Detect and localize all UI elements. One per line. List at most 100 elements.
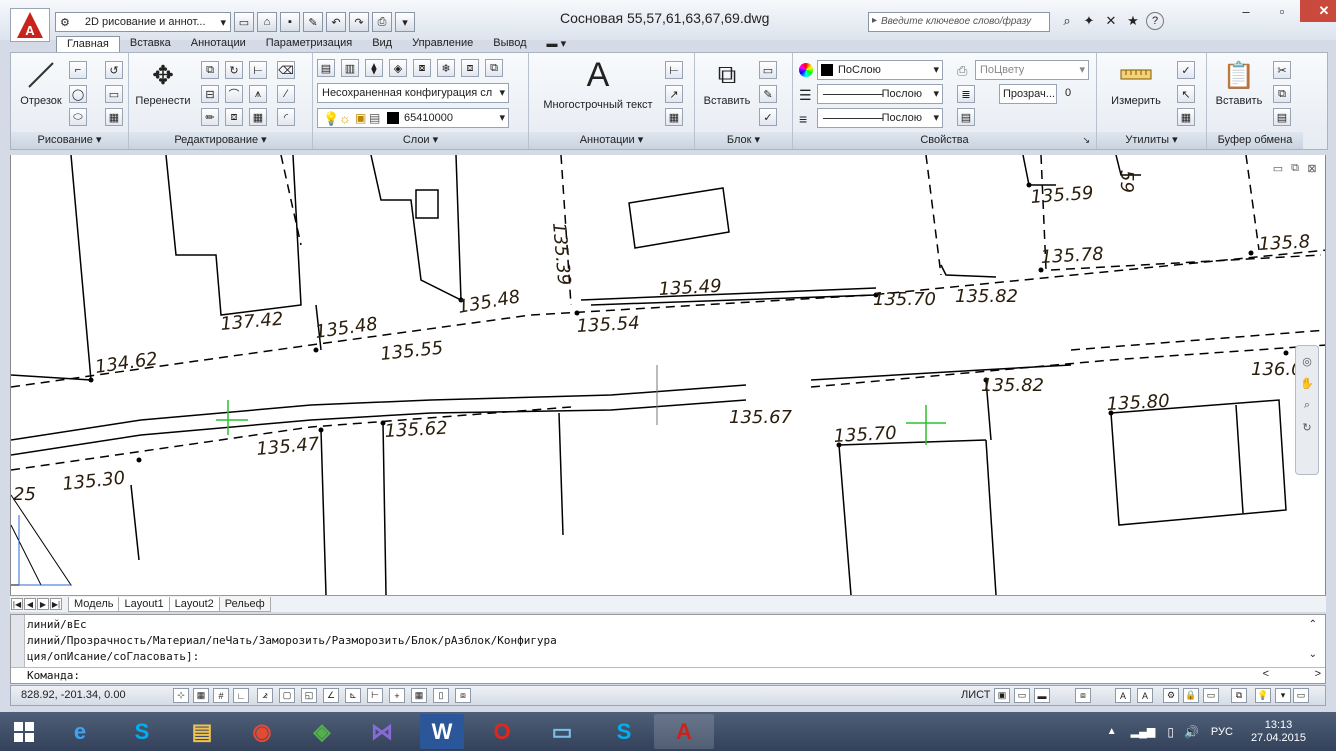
polyline-icon[interactable]: ⌐ (69, 61, 87, 79)
battery-icon[interactable]: ▯ (1167, 725, 1174, 739)
leader-icon[interactable]: ↗ (665, 85, 683, 103)
mtext-button[interactable]: A Многострочный текст (533, 55, 663, 112)
layer-unisolate-icon[interactable]: ◈ (389, 59, 407, 77)
transparency-label[interactable]: Прозрач... (999, 84, 1057, 104)
sheet-label[interactable]: ЛИСТ (961, 689, 990, 701)
close-icon[interactable]: ✕ (1300, 0, 1336, 22)
explorer-icon[interactable]: ▤ (172, 714, 232, 749)
new-icon[interactable]: ▭ (234, 12, 254, 32)
minimize-icon[interactable]: – (1228, 0, 1264, 22)
lightbulb-status-icon[interactable]: 💡 (1255, 688, 1271, 703)
explode-icon[interactable]: ⁄ (277, 85, 295, 103)
network-icon[interactable]: ▂▄▆ (1131, 725, 1156, 738)
drawing-canvas[interactable]: 137.42 135.48 134.62 135.55 135.48 135.3… (10, 155, 1326, 595)
clean-screen-icon[interactable]: ▭ (1293, 688, 1309, 703)
clipboard-panel-title[interactable]: Буфер обмена (1207, 132, 1303, 149)
annotation-visibility-icon[interactable]: A (1115, 688, 1131, 703)
tab-model[interactable]: Модель (68, 596, 120, 612)
paste-button[interactable]: 📋 Вставить (1211, 59, 1267, 108)
last-layout-icon[interactable]: ▶| (50, 598, 62, 610)
block-panel-title[interactable]: Блок ▾ (695, 132, 792, 149)
scroll-left-icon[interactable]: < (1263, 668, 1269, 680)
transparency-icon[interactable]: ▦ (411, 688, 427, 703)
isolate-objects-icon[interactable]: ⧉ (1231, 688, 1247, 703)
grid-icon[interactable]: # (213, 688, 229, 703)
binoculars-icon[interactable]: ⌕ (1058, 12, 1076, 30)
layer-off-icon[interactable]: ⧇ (413, 59, 431, 77)
tab-view[interactable]: Вид (362, 36, 402, 52)
layer-freeze-icon[interactable]: ❄ (437, 59, 455, 77)
redo-icon[interactable]: ↷ (349, 12, 369, 32)
layer-config-select[interactable]: Несохраненная конфигурация сл (317, 83, 509, 103)
viewport-restore-icon[interactable]: ⧉ (1288, 161, 1302, 175)
3dosnap-icon[interactable]: ◱ (301, 688, 317, 703)
scroll-up-icon[interactable]: ⌃ (1309, 619, 1317, 630)
auto-scale-icon[interactable]: A (1137, 688, 1153, 703)
arc-icon[interactable]: ↺ (105, 61, 123, 79)
maximize-icon[interactable]: ▫ (1264, 0, 1300, 22)
cut-icon[interactable]: ✂ (1273, 61, 1291, 79)
lock-ui-icon[interactable]: 🔒 (1183, 688, 1199, 703)
copy-icon[interactable]: ⧉ (201, 61, 219, 79)
utilities-panel-title[interactable]: Утилиты ▾ (1097, 132, 1206, 149)
layer-lock-icon[interactable]: ⧈ (461, 59, 479, 77)
snap-icon[interactable]: ▦ (193, 688, 209, 703)
quickview-drawings-icon[interactable]: ▭ (1014, 688, 1030, 703)
layer-isolate-icon[interactable]: ⧫ (365, 59, 383, 77)
tab-parametric[interactable]: Параметризация (256, 36, 362, 52)
tab-output[interactable]: Вывод (483, 36, 536, 52)
workspace-select[interactable]: ⚙ 2D рисование и аннот... ▾ (55, 12, 231, 32)
viewport-close-icon[interactable]: ⊠ (1305, 161, 1319, 175)
skype2-icon[interactable]: S (594, 714, 654, 749)
offset-icon[interactable]: ◜ (277, 108, 295, 126)
lwt-icon[interactable]: + (389, 688, 405, 703)
circle-icon[interactable]: ◯ (69, 85, 87, 103)
customize-icon[interactable]: ▾ (395, 12, 415, 32)
pan-status-icon[interactable]: ▬ (1034, 688, 1050, 703)
array-icon[interactable]: ⩚ (249, 85, 267, 103)
status-menu-icon[interactable]: ▾ (1275, 688, 1291, 703)
command-input[interactable]: Команда: < > (11, 667, 1325, 683)
mirror-icon[interactable]: ⊟ (201, 85, 219, 103)
erase-icon[interactable]: ⌫ (277, 61, 295, 79)
infer-icon[interactable]: ⊹ (173, 688, 189, 703)
zoom-icon[interactable]: ⌕ (1300, 398, 1314, 412)
quickview-layouts-icon[interactable]: ▣ (994, 688, 1010, 703)
array-grid-icon[interactable]: ▦ (249, 108, 267, 126)
copy-clip-icon[interactable]: ⧉ (1273, 85, 1291, 103)
save-as-icon[interactable]: ✎ (303, 12, 323, 32)
skype-icon[interactable]: S (112, 714, 172, 749)
pan-icon[interactable]: ✋ (1300, 376, 1314, 390)
layer-state-icon[interactable]: ▥ (341, 59, 359, 77)
visual-studio-icon[interactable]: ⋈ (352, 714, 412, 749)
create-block-icon[interactable]: ▭ (759, 61, 777, 79)
coordinates-readout[interactable]: 828.92, -201.34, 0.00 (21, 689, 126, 701)
ortho-icon[interactable]: ∟ (233, 688, 249, 703)
first-layout-icon[interactable]: |◀ (11, 598, 23, 610)
scroll-down-icon[interactable]: ⌄ (1309, 649, 1317, 660)
layer-match-icon[interactable]: ⧉ (485, 59, 503, 77)
photos-icon[interactable]: ▭ (532, 714, 592, 749)
plotstyle-select[interactable]: ПоЦвету (975, 60, 1089, 80)
tab-insert[interactable]: Вставка (120, 36, 181, 52)
tab-relief[interactable]: Рельеф (218, 596, 271, 612)
tab-layout2[interactable]: Layout2 (168, 596, 220, 612)
draw-panel-title[interactable]: Рисование ▾ (11, 132, 128, 149)
steeringwheel-icon[interactable]: ◎ (1300, 354, 1314, 368)
exchange-icon[interactable]: ✕ (1102, 12, 1120, 30)
ducs-icon[interactable]: ⊾ (345, 688, 361, 703)
rotate-icon[interactable]: ↻ (225, 61, 243, 79)
hardware-accel-icon[interactable]: ▭ (1203, 688, 1219, 703)
osnap-icon[interactable]: ▢ (279, 688, 295, 703)
clock[interactable]: 13:13 27.04.2015 (1251, 719, 1306, 745)
ribbon-minimize-icon[interactable]: ▬ ▾ (537, 36, 577, 52)
calculator-icon[interactable]: ▦ (1177, 108, 1195, 126)
layer-properties-icon[interactable]: ▤ (317, 59, 335, 77)
autocad-task-icon[interactable]: A (654, 714, 714, 749)
workspace-switch-icon[interactable]: ⚙ (1163, 688, 1179, 703)
application-menu-button[interactable]: A (10, 8, 50, 42)
hatch-icon[interactable]: ▦ (105, 108, 123, 126)
tab-home[interactable]: Главная (56, 36, 120, 52)
ellipse-icon[interactable]: ⬭ (69, 108, 87, 126)
table-icon[interactable]: ▦ (665, 108, 683, 126)
